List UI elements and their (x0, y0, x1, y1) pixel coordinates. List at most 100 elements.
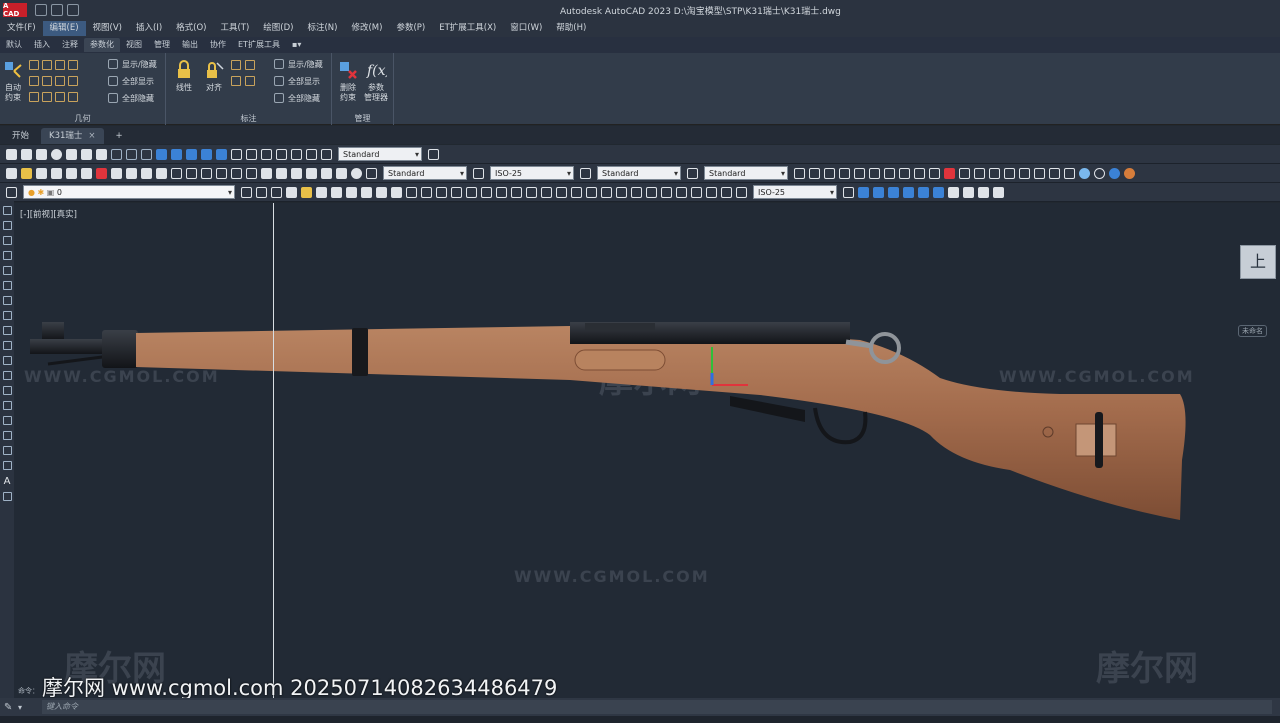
ellipse-arc-icon[interactable] (2, 356, 12, 365)
autocad-logo[interactable]: A CAD (3, 2, 27, 18)
snap-nearest-icon[interactable] (929, 167, 940, 179)
snap-center-icon[interactable] (839, 167, 850, 179)
tab-output[interactable]: 输出 (176, 38, 204, 52)
view-front-icon[interactable] (918, 186, 929, 198)
dim-update-icon[interactable] (736, 186, 747, 198)
dim-style-icon[interactable] (473, 167, 484, 179)
render-sphere-icon[interactable] (1079, 167, 1090, 179)
materials-icon[interactable] (1094, 167, 1105, 179)
pyramid-icon[interactable] (96, 148, 107, 160)
gradient-icon[interactable] (2, 431, 12, 440)
save-icon[interactable] (51, 4, 63, 16)
dim-text-edit-icon[interactable] (721, 186, 732, 198)
polygon-icon[interactable] (2, 251, 12, 260)
tool-palettes-icon[interactable] (291, 167, 302, 179)
dim-aligned-icon[interactable] (466, 186, 477, 198)
ellipse-icon[interactable] (2, 341, 12, 350)
multileader-style-combo[interactable]: Standard (704, 166, 788, 181)
print-preview-icon[interactable] (361, 186, 372, 198)
concentric-icon[interactable] (55, 60, 65, 70)
dim-diameter-icon[interactable] (541, 186, 552, 198)
dim-show-all-button[interactable]: 全部显示 (274, 74, 320, 88)
export-pdf-icon[interactable] (376, 186, 387, 198)
menu-file[interactable]: 文件(F) (0, 21, 43, 36)
spline-icon[interactable] (2, 326, 12, 335)
chamfer-edge-icon[interactable] (321, 148, 332, 160)
undo-tool-icon[interactable] (171, 167, 182, 179)
wedge-icon[interactable] (21, 148, 32, 160)
edit-icon[interactable] (406, 186, 417, 198)
dimension-panel-title[interactable]: 标注 (166, 113, 331, 124)
layer-combo[interactable]: ● ✱ ▣ 0 (23, 185, 235, 200)
menu-edit[interactable]: 编辑(E) (42, 21, 86, 36)
make-current-icon[interactable] (241, 186, 252, 198)
block-editor-icon[interactable] (156, 167, 167, 179)
osnap-settings-icon[interactable] (959, 167, 970, 179)
dim-jogged-icon[interactable] (526, 186, 537, 198)
fix-icon[interactable] (68, 60, 78, 70)
sheet-set-icon[interactable] (306, 167, 317, 179)
smooth-icon[interactable] (42, 92, 52, 102)
layer-previous-icon[interactable] (256, 186, 267, 198)
3d-rotate-icon[interactable] (216, 148, 227, 160)
dim-style-2-icon[interactable] (843, 186, 854, 198)
snap-midpoint-icon[interactable] (809, 167, 820, 179)
design-center-icon[interactable] (276, 167, 287, 179)
dim-style-combo-2[interactable]: ISO-25 (753, 185, 837, 200)
snap-none-icon[interactable] (944, 167, 955, 179)
close-tab-icon[interactable]: × (88, 131, 95, 141)
union-icon[interactable] (156, 148, 167, 160)
tab-current-drawing[interactable]: K31瑞士 × (41, 128, 104, 144)
sheet-icon[interactable] (391, 186, 402, 198)
dim-show-hide-button[interactable]: 显示/隐藏 (274, 57, 323, 71)
delete-constraints-button[interactable]: 删除 约束 (336, 59, 360, 103)
tangent-icon[interactable] (29, 92, 39, 102)
tab-start[interactable]: 开始 (4, 128, 37, 144)
plot-icon[interactable] (51, 167, 62, 179)
view-nw-iso-icon[interactable] (993, 186, 1004, 198)
dim-ordinate-icon[interactable] (496, 186, 507, 198)
symmetric-icon[interactable] (55, 92, 65, 102)
arc-icon[interactable] (2, 281, 12, 290)
intersect-icon[interactable] (186, 148, 197, 160)
make-block-icon[interactable] (2, 386, 12, 395)
undo-icon[interactable] (67, 4, 79, 16)
menu-tools[interactable]: 工具(T) (213, 21, 256, 36)
wrench-icon[interactable]: ✎ (4, 702, 12, 713)
ucs-origin-icon[interactable] (1064, 167, 1075, 179)
new-file-2-icon[interactable] (286, 186, 297, 198)
aligned-constraint-button[interactable]: 对齐 (202, 59, 226, 93)
zoom-realtime-icon[interactable] (216, 167, 227, 179)
snap-quadrant-icon[interactable] (854, 167, 865, 179)
sphere-icon[interactable] (51, 148, 62, 160)
collinear-icon[interactable] (42, 60, 52, 70)
sun-icon[interactable] (1124, 167, 1135, 179)
inspection-icon[interactable] (676, 186, 687, 198)
ucs-object-icon[interactable] (1034, 167, 1045, 179)
geo-show-all-button[interactable]: 全部显示 (108, 74, 154, 88)
view-sw-iso-icon[interactable] (948, 186, 959, 198)
properties-icon[interactable] (261, 167, 272, 179)
rectangle-icon[interactable] (2, 266, 12, 275)
publish-icon[interactable] (81, 167, 92, 179)
linear-constraint-button[interactable]: 线性 (172, 59, 196, 93)
shell-icon[interactable] (291, 148, 302, 160)
ucs-view-icon[interactable] (1049, 167, 1060, 179)
add-tab-button[interactable]: + (108, 128, 131, 144)
jogged-linear-icon[interactable] (691, 186, 702, 198)
dim-break-icon[interactable] (631, 186, 642, 198)
dim-arc-icon[interactable] (481, 186, 492, 198)
dim-space-icon[interactable] (616, 186, 627, 198)
style-manager-icon[interactable] (428, 148, 439, 160)
menu-et-tools[interactable]: ET扩展工具(X) (432, 21, 503, 36)
save-2-icon[interactable] (316, 186, 327, 198)
params-manager-button[interactable]: f(x) 参数 管理器 (362, 59, 390, 103)
grid-icon[interactable] (111, 148, 122, 160)
layer-properties-icon[interactable] (6, 186, 17, 198)
snap-endpoint-icon[interactable] (794, 167, 805, 179)
insert-block-icon[interactable] (2, 371, 12, 380)
point-icon[interactable] (2, 401, 12, 410)
menu-format[interactable]: 格式(O) (169, 21, 213, 36)
coincident-icon[interactable] (29, 60, 39, 70)
subtract-icon[interactable] (171, 148, 182, 160)
